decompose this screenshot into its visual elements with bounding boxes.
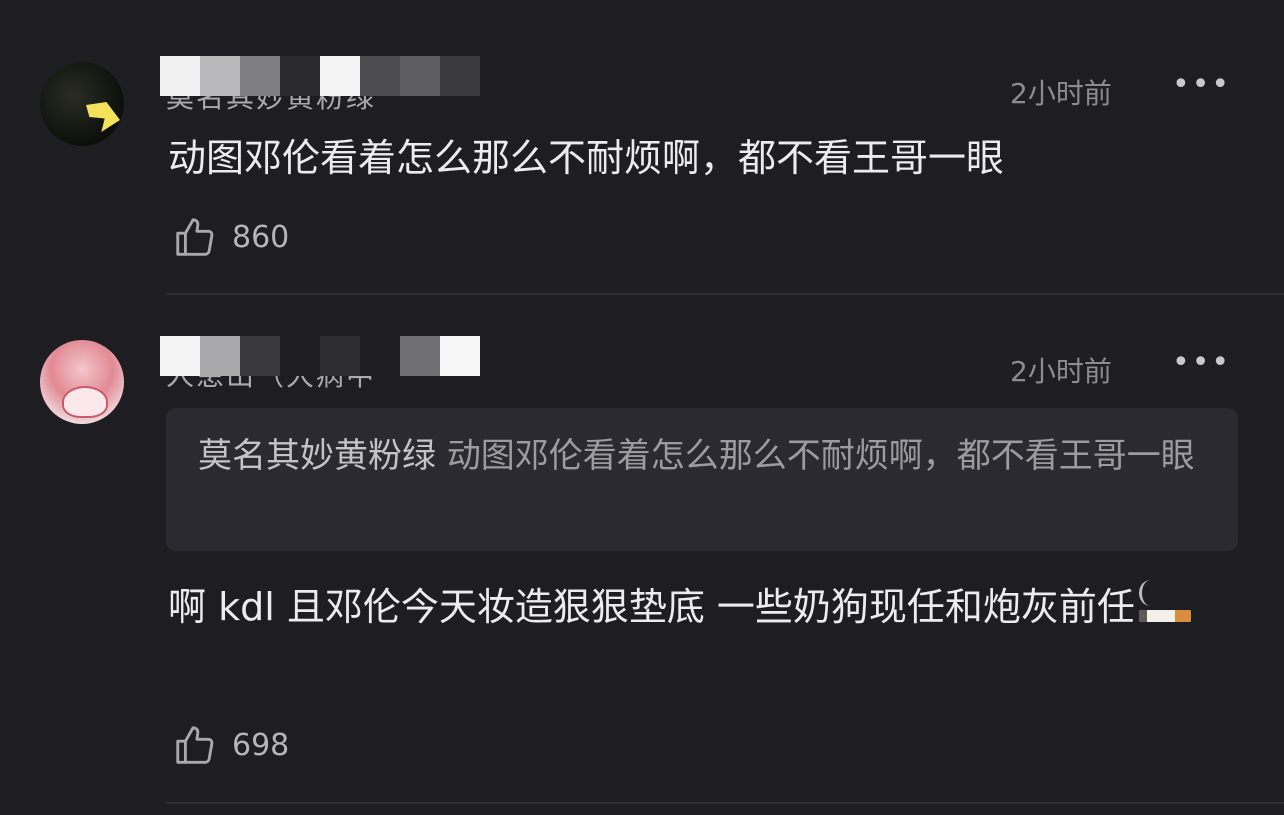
avatar[interactable] bbox=[40, 340, 124, 424]
like-count: 860 bbox=[232, 219, 290, 255]
quoted-author: 莫名其妙黄粉绿 bbox=[198, 436, 436, 476]
comment-text: 动图邓伦看着怎么那么不耐烦啊，都不看王哥一眼 bbox=[168, 136, 1005, 180]
comment-text: 啊 kdl 且邓伦今天妆造狠狠垫底 一些奶狗现任和炮灰前任 bbox=[168, 585, 1135, 629]
like-button[interactable]: 860 bbox=[172, 214, 289, 260]
quoted-text: 动图邓伦看着怎么那么不耐烦啊，都不看王哥一眼 bbox=[446, 436, 1195, 476]
username-redaction-mosaic bbox=[160, 336, 480, 376]
more-options-icon[interactable]: ••• bbox=[1172, 348, 1231, 378]
username-redaction-mosaic bbox=[160, 56, 480, 96]
cigarette-emoji bbox=[1135, 580, 1193, 626]
avatar-graphic bbox=[62, 386, 108, 418]
thumbs-up-icon bbox=[176, 726, 214, 764]
divider bbox=[166, 293, 1284, 295]
thumbs-up-icon bbox=[176, 218, 214, 256]
timestamp: 2小时前 bbox=[1010, 77, 1112, 110]
timestamp: 2小时前 bbox=[1010, 355, 1112, 388]
avatar[interactable] bbox=[40, 62, 124, 146]
like-button[interactable]: 698 bbox=[172, 722, 289, 768]
comment-text-container: 啊 kdl 且邓伦今天妆造狠狠垫底 一些奶狗现任和炮灰前任 bbox=[168, 580, 1198, 633]
more-options-icon[interactable]: ••• bbox=[1172, 70, 1231, 100]
avatar-graphic bbox=[86, 102, 120, 132]
divider bbox=[166, 802, 1284, 804]
like-count: 698 bbox=[232, 727, 290, 763]
quoted-comment[interactable]: 莫名其妙黄粉绿 动图邓伦看着怎么那么不耐烦啊，都不看王哥一眼 bbox=[166, 408, 1238, 551]
